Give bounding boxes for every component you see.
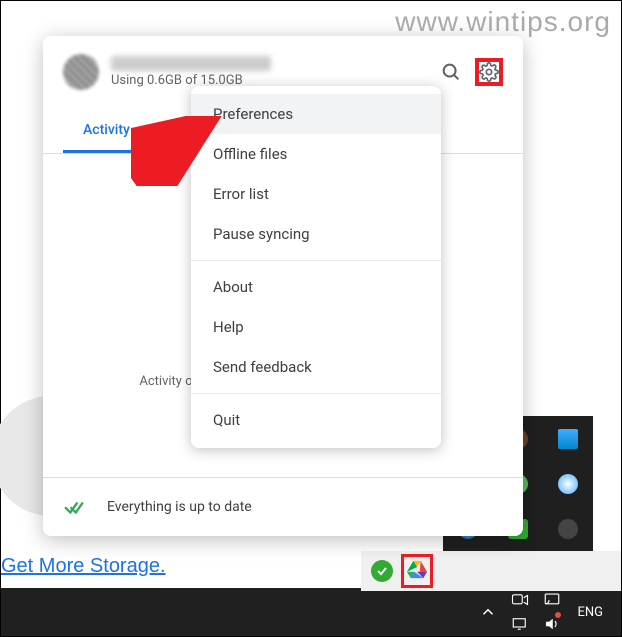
get-more-storage-link[interactable]: Get More Storage.: [1, 555, 166, 578]
menu-offline-files[interactable]: Offline files: [191, 134, 441, 174]
menu-quit[interactable]: Quit: [191, 400, 441, 440]
chevron-up-icon[interactable]: [479, 603, 497, 621]
settings-dropdown: Preferences Offline files Error list Pau…: [191, 86, 441, 448]
tray-icon-app6[interactable]: [558, 474, 578, 494]
cast-icon[interactable]: [543, 591, 561, 609]
tray-icon-app3[interactable]: [558, 429, 578, 449]
popup-footer: Everything is up to date: [43, 477, 523, 536]
windows-taskbar: ENG: [1, 588, 621, 636]
header-icon-group: [437, 58, 503, 86]
menu-about[interactable]: About: [191, 267, 441, 307]
check-icon: [63, 496, 85, 518]
user-info: Using 0.6GB of 15.0GB: [111, 56, 425, 88]
gear-icon[interactable]: [475, 58, 503, 86]
avatar[interactable]: [63, 54, 99, 90]
language-indicator[interactable]: ENG: [577, 605, 603, 620]
menu-help[interactable]: Help: [191, 307, 441, 347]
watermark-text: www.wintips.org: [395, 6, 611, 38]
tray-status-icon[interactable]: [371, 560, 393, 582]
notification-dot: [555, 612, 561, 618]
menu-pause-syncing[interactable]: Pause syncing: [191, 214, 441, 254]
taskbar-tray-row: [361, 551, 621, 591]
menu-error-list[interactable]: Error list: [191, 174, 441, 214]
google-drive-tray-icon[interactable]: [401, 554, 433, 588]
menu-preferences[interactable]: Preferences: [191, 94, 441, 134]
sync-status-text: Everything is up to date: [107, 499, 252, 515]
search-icon[interactable]: [437, 58, 465, 86]
meet-now-icon[interactable]: [511, 591, 529, 609]
annotation-arrow: [131, 116, 226, 186]
tray-icon-steam[interactable]: [558, 519, 578, 539]
network-icon[interactable]: [511, 615, 529, 633]
menu-send-feedback[interactable]: Send feedback: [191, 347, 441, 387]
user-email-blurred: [111, 56, 271, 71]
